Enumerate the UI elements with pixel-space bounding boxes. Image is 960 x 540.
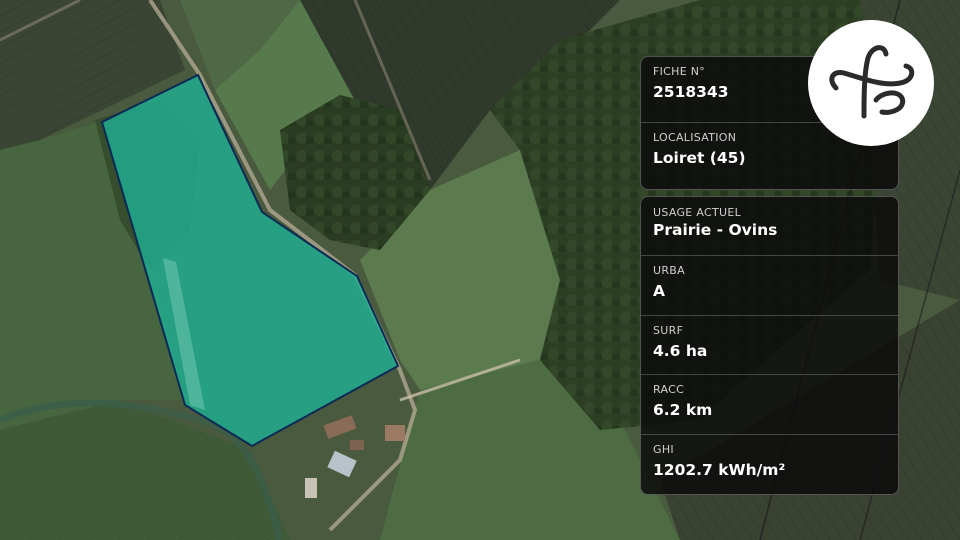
usage-label: USAGE ACTUEL bbox=[653, 206, 742, 219]
surf-value: 4.6 ha bbox=[653, 341, 708, 360]
info-card-details: USAGE ACTUEL Prairie - Ovins URBA A SURF… bbox=[640, 196, 899, 495]
map-viewer: FICHE N° 2518343 LOCALISATION Loiret (45… bbox=[0, 0, 960, 540]
ghi-value: 1202.7 kWh/m² bbox=[653, 460, 786, 479]
racc-row: RACC 6.2 km bbox=[641, 375, 898, 435]
urba-value: A bbox=[653, 282, 665, 301]
ghi-row: GHI 1202.7 kWh/m² bbox=[641, 435, 898, 494]
racc-label: RACC bbox=[653, 383, 685, 397]
fs-logo-icon bbox=[808, 20, 934, 146]
urba-label: URBA bbox=[653, 264, 685, 278]
urba-row: URBA A bbox=[641, 256, 898, 316]
usage-value: Prairie - Ovins bbox=[653, 221, 778, 239]
localisation-value: Loiret (45) bbox=[653, 149, 746, 167]
surf-row: SURF 4.6 ha bbox=[641, 316, 898, 376]
usage-row: USAGE ACTUEL Prairie - Ovins bbox=[641, 197, 898, 257]
racc-value: 6.2 km bbox=[653, 401, 713, 420]
surf-label: SURF bbox=[653, 323, 684, 337]
ghi-label: GHI bbox=[653, 442, 674, 456]
